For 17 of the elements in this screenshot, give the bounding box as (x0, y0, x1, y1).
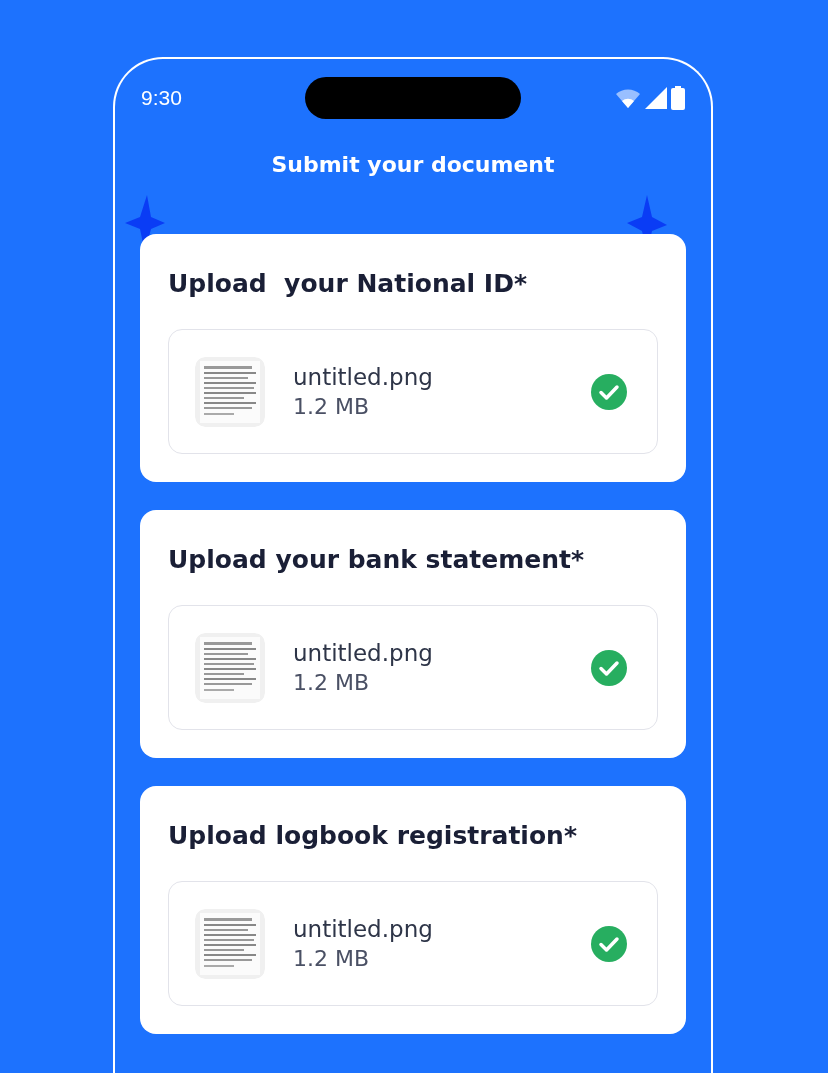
file-name: untitled.png (293, 640, 434, 666)
wifi-icon (615, 88, 641, 108)
file-item[interactable]: untitled.png 1.2 MB (168, 605, 658, 730)
battery-icon (671, 86, 685, 110)
file-name: untitled.png (293, 364, 434, 390)
file-size: 1.2 MB (293, 394, 371, 419)
card-heading: Upload logbook registration* (168, 820, 578, 852)
signal-icon (645, 87, 667, 109)
file-size: 1.2 MB (293, 670, 371, 695)
file-item[interactable]: untitled.png 1.2 MB (168, 329, 658, 454)
file-item[interactable]: untitled.png 1.2 MB (168, 881, 658, 1006)
card-heading: Upload your National ID* (168, 268, 528, 300)
card-heading: Upload your bank statement* (168, 544, 586, 576)
screen-title: Submit your document (270, 151, 556, 179)
status-time: 9:30 (141, 86, 183, 110)
file-size: 1.2 MB (293, 946, 371, 971)
file-name: untitled.png (293, 916, 434, 942)
